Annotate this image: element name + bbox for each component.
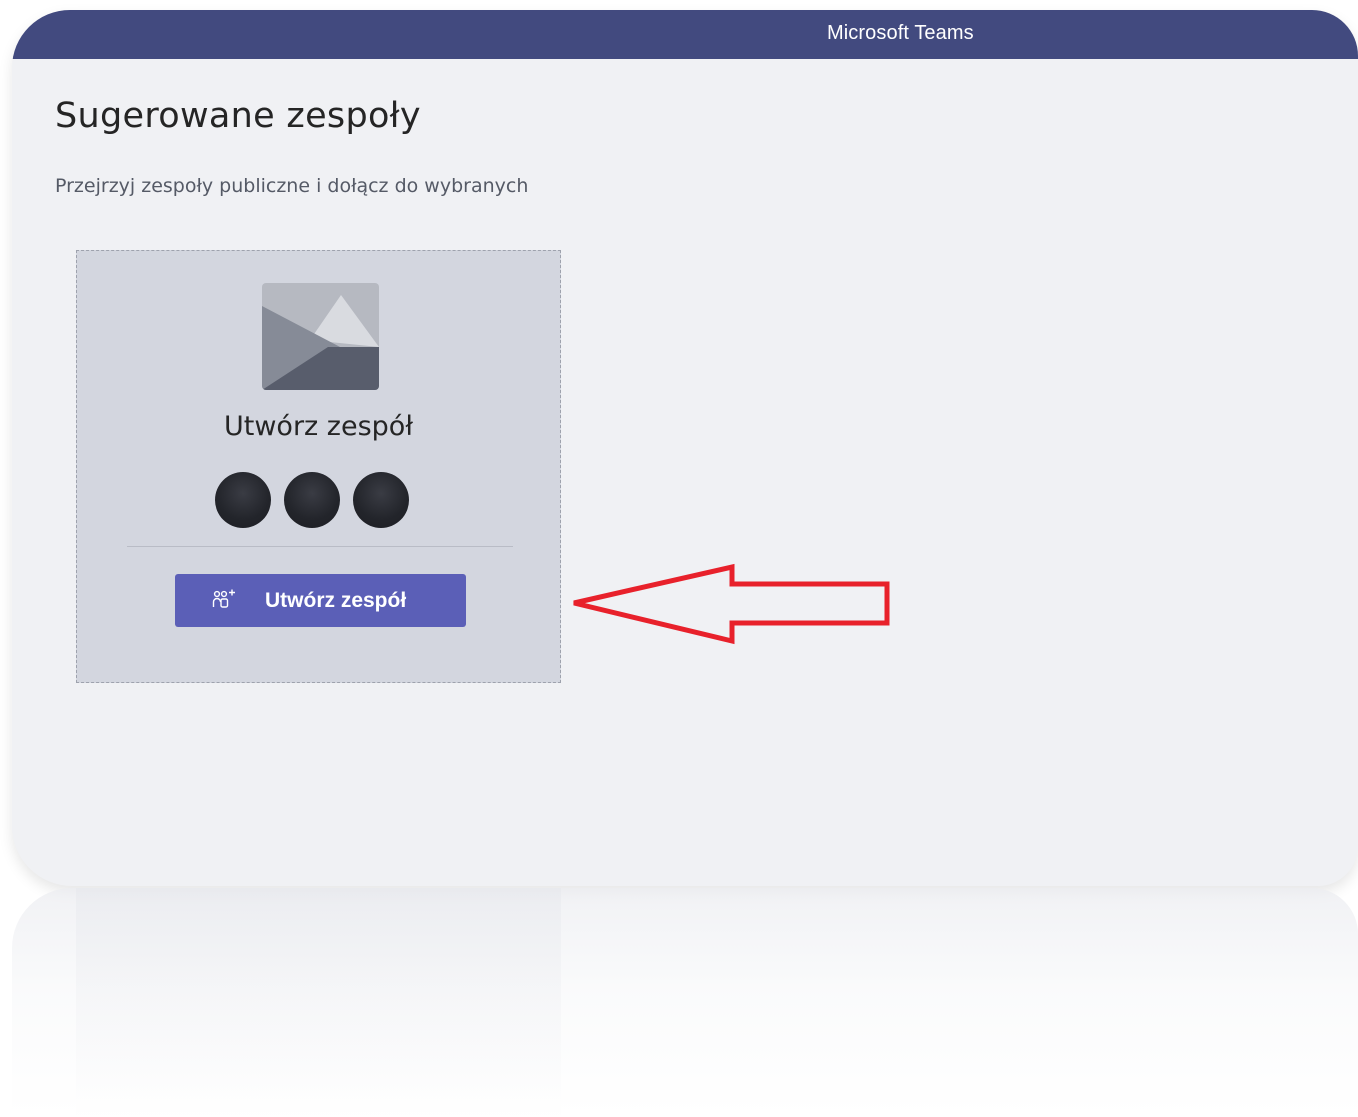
- page-subtitle: Przejrzyj zespoły publiczne i dołącz do …: [55, 175, 529, 197]
- card-divider: [127, 546, 513, 547]
- page-title: Sugerowane zespoły: [55, 96, 421, 136]
- title-bar: Microsoft Teams: [12, 10, 1358, 59]
- avatar: [284, 472, 340, 528]
- window-title: Microsoft Teams: [827, 22, 974, 44]
- member-avatars: [215, 472, 415, 528]
- create-team-button-label: Utwórz zespół: [265, 589, 407, 612]
- create-team-card[interactable]: Utwórz zespół Utwórz zespół: [76, 250, 561, 683]
- avatar: [215, 472, 271, 528]
- screenshot-stage: Microsoft Teams Sugerowane zespoły Przej…: [0, 0, 1358, 1117]
- window-reflection: [12, 888, 1358, 1117]
- red-arrow-annotation: [573, 563, 890, 645]
- teams-window: Microsoft Teams Sugerowane zespoły Przej…: [12, 10, 1358, 886]
- card-reflection: [76, 888, 561, 1117]
- create-team-button[interactable]: Utwórz zespół: [175, 574, 466, 627]
- card-title: Utwórz zespół: [224, 411, 413, 442]
- team-placeholder-image-icon: [262, 283, 379, 390]
- add-team-icon: [212, 588, 236, 612]
- avatar: [353, 472, 409, 528]
